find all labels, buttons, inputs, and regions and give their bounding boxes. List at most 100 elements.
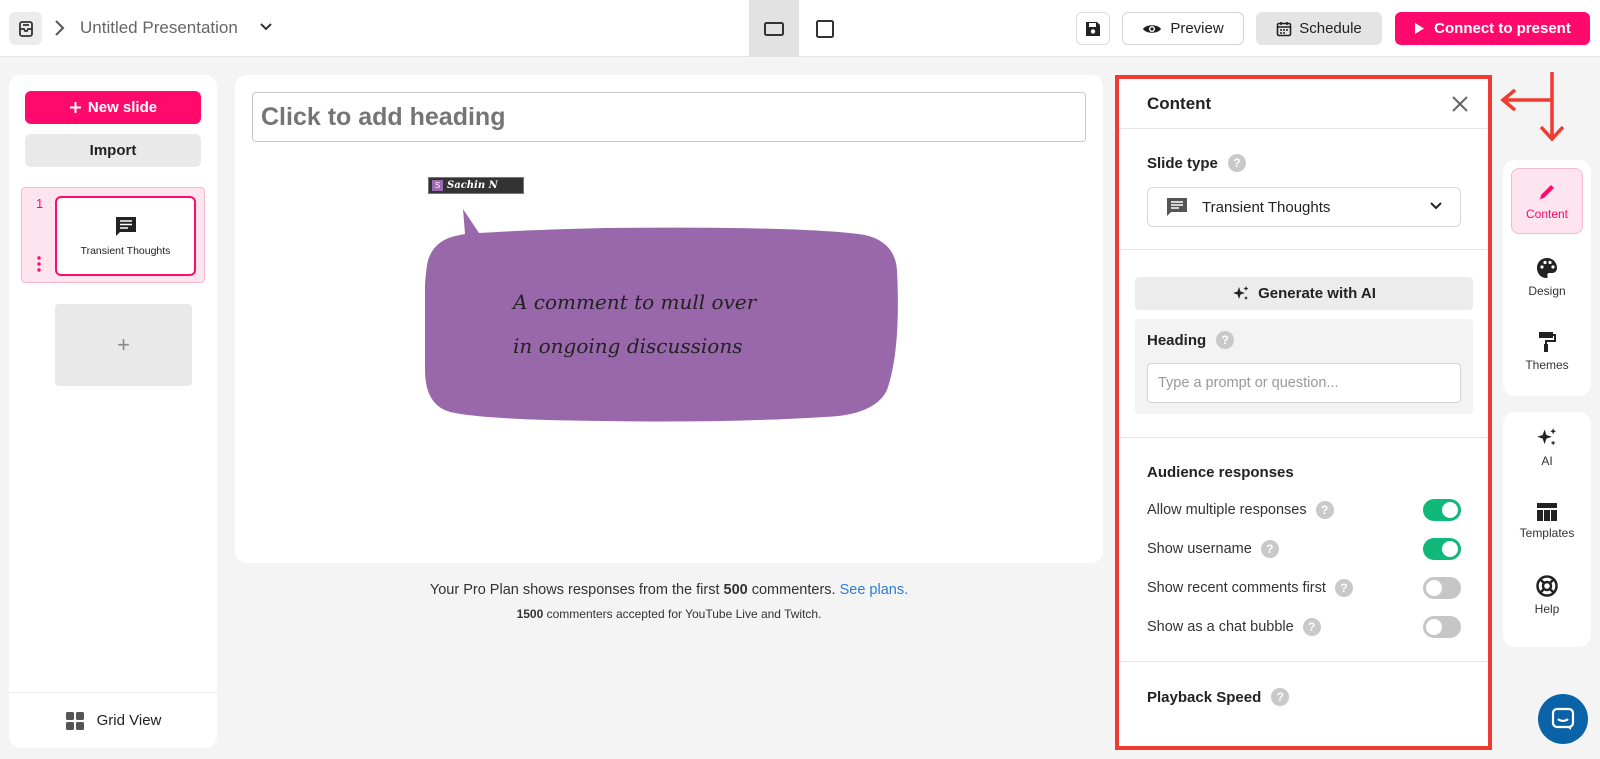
help-icon[interactable]: ? <box>1334 579 1353 597</box>
slide-type-label: Slide type ? <box>1147 154 1246 172</box>
help-icon[interactable]: ? <box>1227 154 1246 172</box>
eye-icon <box>1143 24 1162 33</box>
slide-type-label-text: Slide type <box>1147 154 1218 172</box>
content-panel-header: Content <box>1119 79 1488 129</box>
help-icon[interactable]: ? <box>1271 688 1290 706</box>
nav-design[interactable]: Design <box>1511 244 1583 310</box>
help-icon[interactable]: ? <box>1216 331 1235 349</box>
nav-help-label: Help <box>1534 601 1560 616</box>
show-as-chat-bubble-row: Show as a chat bubble ? <box>1147 616 1461 638</box>
play-icon <box>1415 23 1425 34</box>
comment-icon <box>115 216 136 236</box>
show-username-row: Show username ? <box>1147 538 1461 560</box>
save-icon <box>1086 21 1100 36</box>
show-username-toggle[interactable] <box>1423 538 1461 560</box>
heading-label: Heading ? <box>1147 331 1235 349</box>
sparkles-icon <box>1537 427 1557 445</box>
audience-responses-label: Audience responses <box>1147 464 1294 481</box>
more-options-icon[interactable] <box>37 256 41 272</box>
connect-label: Connect to present <box>1434 20 1571 37</box>
connect-to-present-button[interactable]: Connect to present <box>1395 12 1590 45</box>
widescreen-view-button[interactable] <box>749 0 799 57</box>
home-button[interactable] <box>9 12 42 45</box>
toggle-label: Allow multiple responses <box>1147 502 1307 518</box>
slide-canvas: Click to add heading S Sachin N A commen… <box>235 75 1103 563</box>
chevron-down-icon[interactable] <box>260 23 272 31</box>
plan-sub-text: commenters accepted for YouTube Live and… <box>543 607 822 621</box>
annotation-arrow <box>1500 72 1565 142</box>
playback-speed-label: Playback Speed ? <box>1147 688 1290 706</box>
nav-ai-label: AI <box>1541 453 1553 468</box>
support-chat-button[interactable] <box>1538 694 1588 744</box>
help-icon[interactable]: ? <box>1260 540 1279 558</box>
import-button[interactable]: Import <box>25 134 201 167</box>
presentation-title[interactable]: Untitled Presentation <box>80 18 238 38</box>
nav-ai[interactable]: AI <box>1511 414 1583 480</box>
plus-icon <box>69 102 81 113</box>
heading-label-text: Heading <box>1147 331 1207 349</box>
slide-item[interactable]: 1 Transient Thoughts <box>21 187 205 283</box>
sparkles-icon <box>1233 285 1249 300</box>
nav-templates-label: Templates <box>1519 525 1575 540</box>
help-icon[interactable]: ? <box>1315 501 1334 519</box>
palette-icon <box>1537 257 1557 278</box>
preview-button[interactable]: Preview <box>1122 12 1244 45</box>
slide-heading-input[interactable]: Click to add heading <box>252 92 1086 142</box>
toggle-label: Show as a chat bubble <box>1147 619 1294 635</box>
plan-note-suffix: commenters. <box>747 582 840 598</box>
slide-type-value: Transient Thoughts <box>1202 198 1331 216</box>
show-recent-comments-first-row: Show recent comments first ? <box>1147 577 1461 599</box>
plan-note-count: 500 <box>723 582 748 598</box>
new-slide-button[interactable]: New slide <box>25 91 201 124</box>
pencil-icon <box>1540 184 1554 199</box>
right-nav-primary: Content Design Themes <box>1503 160 1591 396</box>
paint-roller-icon <box>1539 331 1556 352</box>
nav-design-label: Design <box>1528 283 1566 298</box>
content-panel-title: Content <box>1147 94 1212 113</box>
preview-label: Preview <box>1170 20 1224 37</box>
help-icon[interactable]: ? <box>1302 618 1321 636</box>
slide-thumbnail[interactable]: Transient Thoughts <box>55 196 196 276</box>
schedule-label: Schedule <box>1299 20 1362 37</box>
toggle-label: Show recent comments first <box>1147 580 1326 596</box>
save-button[interactable] <box>1076 12 1110 45</box>
schedule-button[interactable]: Schedule <box>1256 12 1382 45</box>
nav-templates[interactable]: Templates <box>1511 488 1583 554</box>
heading-prompt-input[interactable]: Type a prompt or question... <box>1147 363 1461 403</box>
slide-thumbnail-label: Transient Thoughts <box>80 244 171 257</box>
comment-text: A comment to mull over in ongoing discus… <box>513 280 756 368</box>
lifebuoy-icon <box>1536 574 1558 597</box>
close-icon[interactable] <box>1451 95 1469 113</box>
generate-with-ai-button[interactable]: Generate with AI <box>1135 277 1473 310</box>
plan-sub-count: 1500 <box>516 607 544 621</box>
show-as-chat-bubble-toggle[interactable] <box>1423 616 1461 638</box>
slide-type-select[interactable]: Transient Thoughts <box>1147 187 1461 227</box>
nav-help[interactable]: Help <box>1511 562 1583 628</box>
square-view-button[interactable] <box>800 0 850 57</box>
toggle-knob <box>1442 502 1458 518</box>
toggle-knob <box>1426 580 1442 596</box>
slide-list-panel: New slide Import 1 Transient Thoughts + … <box>9 75 217 748</box>
square-icon <box>816 19 834 38</box>
nav-content[interactable]: Content <box>1511 168 1583 234</box>
add-slide-button[interactable]: + <box>55 304 192 386</box>
show-recent-comments-first-toggle[interactable] <box>1423 577 1461 599</box>
widescreen-icon <box>764 21 784 36</box>
new-slide-label: New slide <box>87 99 158 116</box>
chevron-down-icon <box>1430 202 1442 210</box>
grid-view-button[interactable]: Grid View <box>9 692 217 748</box>
nav-themes-label: Themes <box>1525 357 1569 372</box>
comment-icon <box>1167 198 1187 216</box>
toggle-knob <box>1426 619 1442 635</box>
grid-icon <box>65 711 84 730</box>
allow-multiple-responses-toggle[interactable] <box>1423 499 1461 521</box>
toggle-label: Show username <box>1147 541 1252 557</box>
content-panel: Content Slide type ? Transient Thoughts … <box>1115 75 1492 750</box>
calendar-icon <box>1276 21 1292 36</box>
chevron-right-icon <box>55 20 65 36</box>
see-plans-link[interactable]: See plans. <box>840 582 909 598</box>
audience-responses-label-text: Audience responses <box>1147 464 1294 481</box>
generate-with-ai-label: Generate with AI <box>1258 285 1376 302</box>
nav-themes[interactable]: Themes <box>1511 318 1583 384</box>
inbox-icon <box>18 20 33 37</box>
